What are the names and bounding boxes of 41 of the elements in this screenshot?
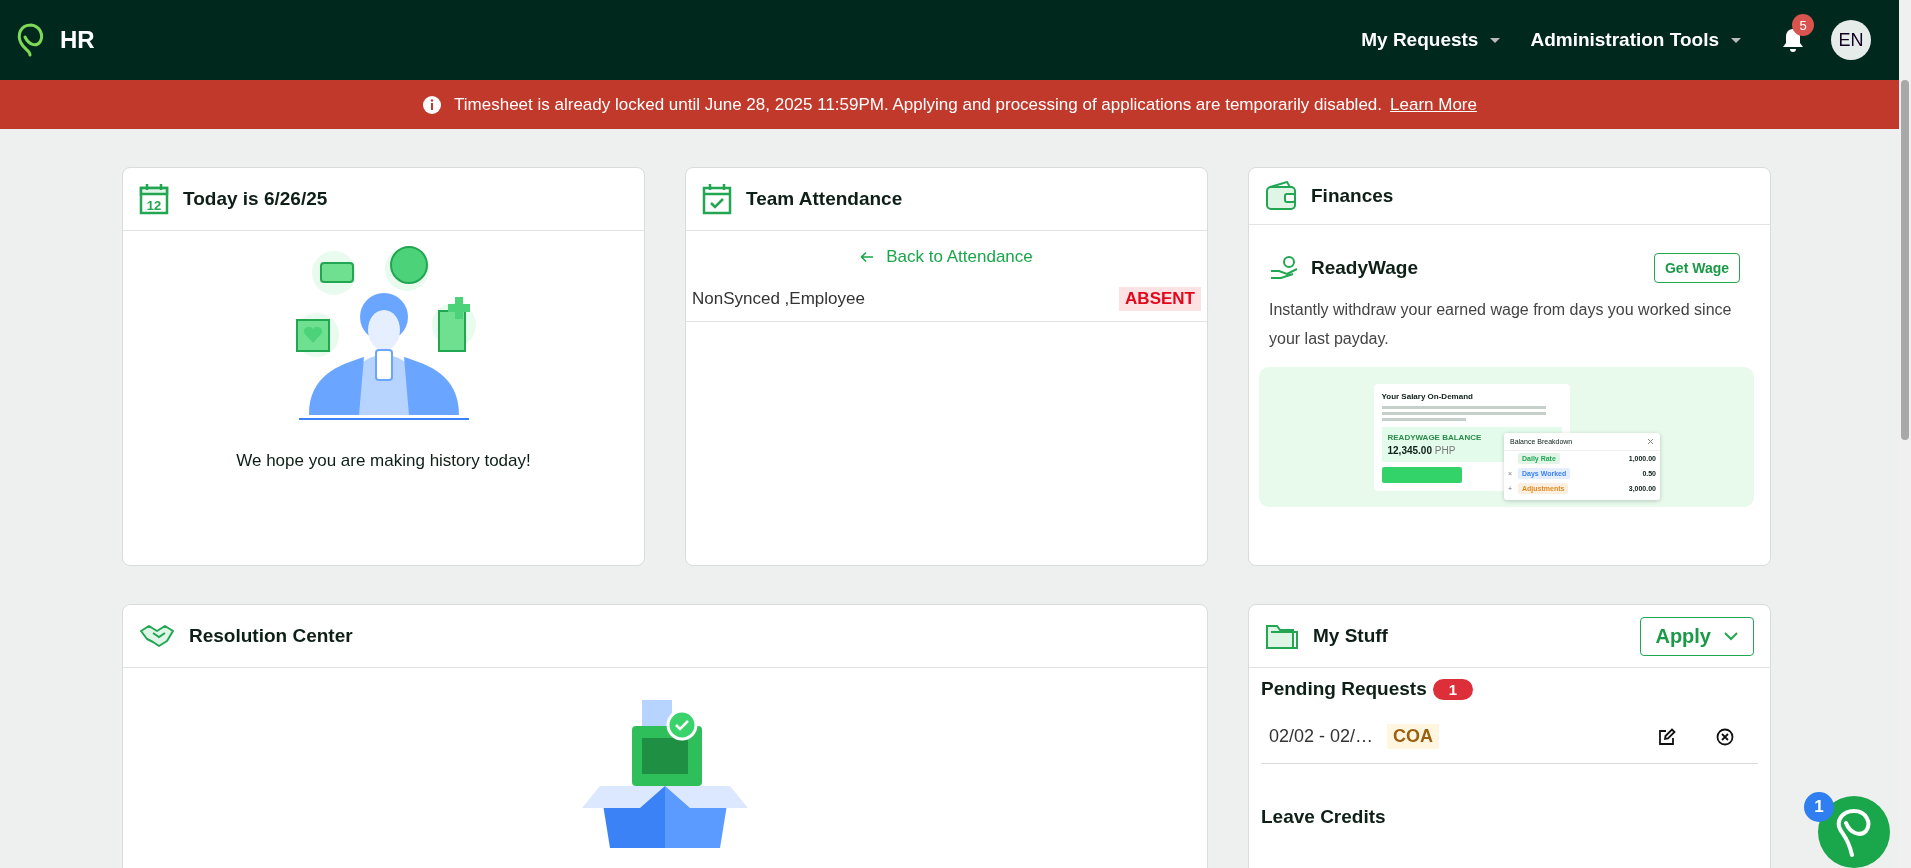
balance-label: READYWAGE BALANCE: [1387, 432, 1482, 442]
arrow-left-icon: [860, 251, 875, 263]
get-wage-button[interactable]: Get Wage: [1653, 253, 1740, 283]
alert-message: Timesheet is already locked until June 28, 2025 11:59PM. Applying and processing of applications are temporarily disabled.: [454, 94, 1383, 115]
chevron-down-icon: [1723, 631, 1739, 641]
learn-more-link[interactable]: Learn More: [1390, 94, 1477, 115]
product-name: ReadyWage: [1311, 257, 1419, 279]
apply-dropdown-button[interactable]: Apply: [1640, 616, 1754, 656]
nav-menu[interactable]: My Requests: [1361, 23, 1501, 57]
card-title: Team Attendance: [746, 188, 903, 210]
wallet-icon: [1265, 181, 1297, 211]
product-description: Instantly withdraw your earned wage from days you worked since your last payday.: [1269, 300, 1733, 349]
section-title: Pending Requests: [1261, 678, 1427, 700]
section-title: Leave Credits: [1261, 806, 1387, 828]
card-title: Finances: [1311, 185, 1394, 207]
employee-name: NonSynced ,Employee: [692, 289, 865, 309]
card-title: Today is 6/26/25: [183, 188, 328, 210]
user-avatar[interactable]: EN: [1831, 20, 1871, 60]
request-type-tag: COA: [1387, 724, 1440, 749]
back-to-attendance-link[interactable]: Back to Attendance: [860, 247, 1033, 267]
notification-count: 5: [1792, 14, 1814, 36]
cancel-icon[interactable]: [1716, 727, 1734, 746]
calendar-check-icon: [702, 183, 732, 215]
edit-icon[interactable]: [1658, 727, 1676, 746]
hand-with-coin-icon: [1269, 255, 1299, 281]
leaf-logo-icon: [16, 23, 46, 57]
nav-menu[interactable]: Administration Tools: [1530, 23, 1741, 57]
app-name: HR: [60, 26, 95, 54]
folder-icon: [1265, 622, 1299, 650]
greeting-message: We hope you are making history today!: [236, 451, 531, 471]
card-title: Resolution Center: [189, 625, 353, 647]
attendance-status-badge: ABSENT: [1119, 287, 1201, 311]
balance-amount: 12,345.00 PHP: [1387, 444, 1457, 456]
info-icon: [422, 94, 443, 115]
preview-title: Your Salary On-Demand: [1381, 391, 1474, 401]
pending-count-badge: 1: [1432, 678, 1474, 700]
request-dates: 02/02 - 02/…: [1269, 726, 1374, 747]
card-title: My Stuff: [1313, 625, 1388, 647]
close-icon: [1647, 438, 1654, 445]
calendar-icon: 12: [139, 183, 169, 215]
chat-unread-badge: 1: [1804, 792, 1834, 822]
